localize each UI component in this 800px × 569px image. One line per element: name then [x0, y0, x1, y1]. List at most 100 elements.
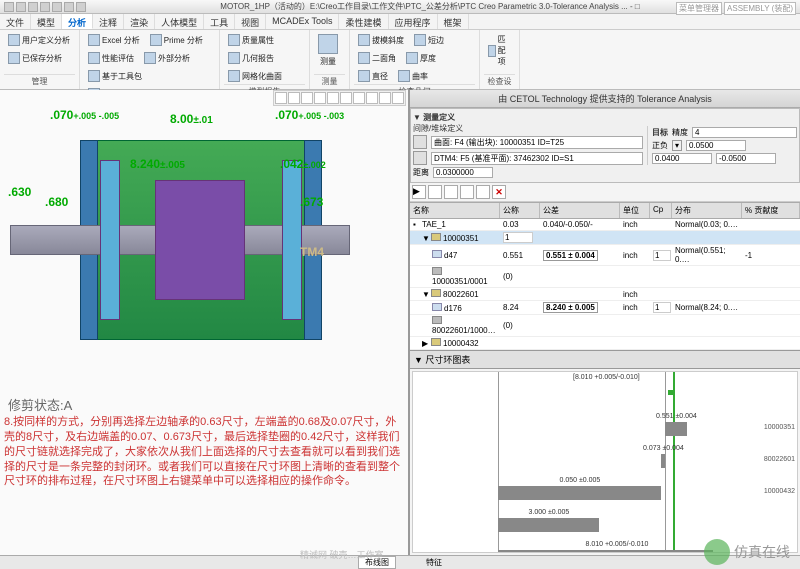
ring-bar-label: 0.551 ±0.004 — [656, 413, 697, 420]
refit-icon[interactable] — [275, 92, 287, 104]
cell-dist: Normal(0.551; 0.… — [672, 246, 742, 264]
table-row: 80022601/1000… (0) — [410, 315, 800, 337]
qat-regen-icon[interactable] — [64, 2, 74, 12]
qat-new-icon[interactable] — [4, 2, 14, 12]
menu-manager-pill[interactable]: 菜单管理器 — [676, 2, 722, 15]
zoom-in-icon[interactable] — [288, 92, 300, 104]
ring-bar-id: 10000351 — [764, 424, 795, 431]
move-down-icon[interactable] — [476, 185, 490, 199]
mesh-surf-button[interactable]: 网格化曲面 — [224, 68, 286, 84]
saved-analysis-button[interactable]: 已保存分析 — [4, 50, 66, 66]
qat-redo-icon[interactable] — [52, 2, 62, 12]
move-up-icon[interactable] — [460, 185, 474, 199]
user-defined-analysis-button[interactable]: 用户定义分析 — [4, 32, 74, 48]
geom-report-button[interactable]: 几何报告 — [224, 50, 278, 66]
excel-analysis-button[interactable]: Excel 分析 — [84, 32, 144, 48]
mass-props-button[interactable]: 质量属性 — [224, 32, 278, 48]
label: 性能评估 — [102, 53, 134, 64]
tab-manikin[interactable]: 人体模型 — [155, 14, 204, 29]
tab-flexible[interactable]: 柔性建模 — [339, 14, 388, 29]
delete-icon[interactable]: ✕ — [492, 185, 506, 199]
ring-chart[interactable]: [8.010 +0.005/-0.010] 0.551 ±0.004100003… — [412, 371, 798, 553]
measure-button[interactable]: 测量 — [314, 32, 342, 69]
target-field[interactable]: 0.0400 — [652, 153, 712, 164]
tab-frame[interactable]: 框架 — [438, 14, 469, 29]
tab-apps[interactable]: 应用程序 — [389, 14, 438, 29]
table-row: d47 0.551 0.551 ± 0.004 inch Normal(0.55… — [410, 245, 800, 266]
col-unit: 单位 — [620, 203, 650, 218]
cell-nom: 0.03 — [500, 220, 540, 229]
datum-axis-icon[interactable] — [353, 92, 365, 104]
statusbar: 布线图 特征 — [0, 555, 800, 569]
dim-d2-tol: ±.01 — [193, 115, 212, 126]
ta-toolbar: ▶ ✕ — [410, 183, 800, 202]
assembly-pill[interactable]: ASSEMBLY (装配) — [724, 2, 796, 15]
tab-view[interactable]: 视图 — [235, 14, 266, 29]
target-line — [673, 372, 675, 552]
qat-open-icon[interactable] — [16, 2, 26, 12]
datum-point-icon[interactable] — [366, 92, 378, 104]
dimension-grid[interactable]: ▪TAE_1 0.03 0.040/-0.050/- inch Normal(0… — [410, 219, 800, 350]
dimension-icon — [432, 250, 442, 258]
label: 曲率 — [412, 71, 428, 82]
tab-render[interactable]: 渲染 — [124, 14, 155, 29]
cp-input[interactable] — [653, 302, 671, 313]
col-nominal: 公称 — [500, 203, 540, 218]
ring-bar — [668, 390, 673, 395]
prime-analysis-button[interactable]: Prime 分析 — [146, 32, 207, 48]
dim-d3: .070 — [275, 108, 298, 122]
thickness-button[interactable]: 厚度 — [402, 50, 440, 66]
label: 用户定义分析 — [22, 35, 70, 46]
qat-undo-icon[interactable] — [40, 2, 50, 12]
performance-button[interactable]: 性能评估 — [84, 50, 138, 66]
col-cp: Cp — [650, 203, 672, 218]
distance-field[interactable]: 0.0300000 — [433, 167, 493, 178]
status-tab-feature[interactable]: 特征 — [426, 557, 442, 568]
add-dim-icon[interactable] — [428, 185, 442, 199]
tab-tools[interactable]: 工具 — [204, 14, 235, 29]
cp-input[interactable] — [653, 250, 671, 261]
short-edge-button[interactable]: 短边 — [410, 32, 448, 48]
qat-close-icon[interactable] — [76, 2, 86, 12]
qat-save-icon[interactable] — [28, 2, 38, 12]
cell-unit: inch — [620, 303, 650, 312]
tab-analysis[interactable]: 分析 — [62, 14, 93, 29]
annotation-icon[interactable] — [392, 92, 404, 104]
match-button[interactable]: 匹配项 — [484, 32, 515, 69]
surface2-field[interactable]: DTM4: F5 (基准平面): 37462302 ID=S1 — [431, 152, 643, 165]
ring-chart-title[interactable]: ▼ 尺寸环图表 — [410, 350, 800, 369]
nominal-input[interactable] — [503, 232, 533, 243]
target-neg-field[interactable]: -0.0500 — [716, 153, 776, 164]
pick-datum-icon[interactable] — [413, 151, 427, 165]
datum-plane-icon[interactable] — [340, 92, 352, 104]
zoom-out-icon[interactable] — [301, 92, 313, 104]
pick-surface-icon[interactable] — [413, 135, 427, 149]
dropdown-icon[interactable]: ▾ — [672, 140, 682, 151]
joint-icon — [432, 316, 442, 324]
precision-field[interactable]: 4 — [692, 127, 797, 138]
tab-mcadex[interactable]: MCADEx Tools — [266, 14, 339, 29]
cad-viewport[interactable]: .070+.005 -.005 8.00±.01 .070+.005 -.003… — [0, 90, 410, 555]
diameter-button[interactable]: 直径 — [354, 68, 392, 84]
csys-icon[interactable] — [379, 92, 391, 104]
tab-model[interactable]: 模型 — [31, 14, 62, 29]
surface1-field[interactable]: 曲面: F4 (输出块): 10000351 ID=T25 — [431, 136, 643, 149]
ring-bar — [661, 454, 665, 468]
perf-icon — [88, 52, 100, 64]
curvature-button[interactable]: 曲率 — [394, 68, 432, 84]
arrow-icon[interactable]: ▶ — [412, 185, 426, 199]
toolkit-button[interactable]: 基于工具包 — [84, 68, 146, 84]
external-analysis-button[interactable]: 外部分析 — [140, 50, 194, 66]
dim-d6: .630 — [8, 185, 31, 199]
distance-label: 距离 — [413, 167, 429, 178]
label: 二面角 — [372, 53, 396, 64]
repaint-icon[interactable] — [314, 92, 326, 104]
dihedral-button[interactable]: 二面角 — [354, 50, 400, 66]
tab-annotate[interactable]: 注释 — [93, 14, 124, 29]
draft-button[interactable]: 拔模斜度 — [354, 32, 408, 48]
tab-file[interactable]: 文件 — [0, 14, 31, 29]
shading-icon[interactable] — [327, 92, 339, 104]
flip-icon[interactable] — [444, 185, 458, 199]
target-pos-field[interactable]: 0.0500 — [686, 140, 746, 151]
ribbon-group-model-report: 质量属性 几何报告 网格化曲面 模型报告 — [220, 30, 310, 89]
